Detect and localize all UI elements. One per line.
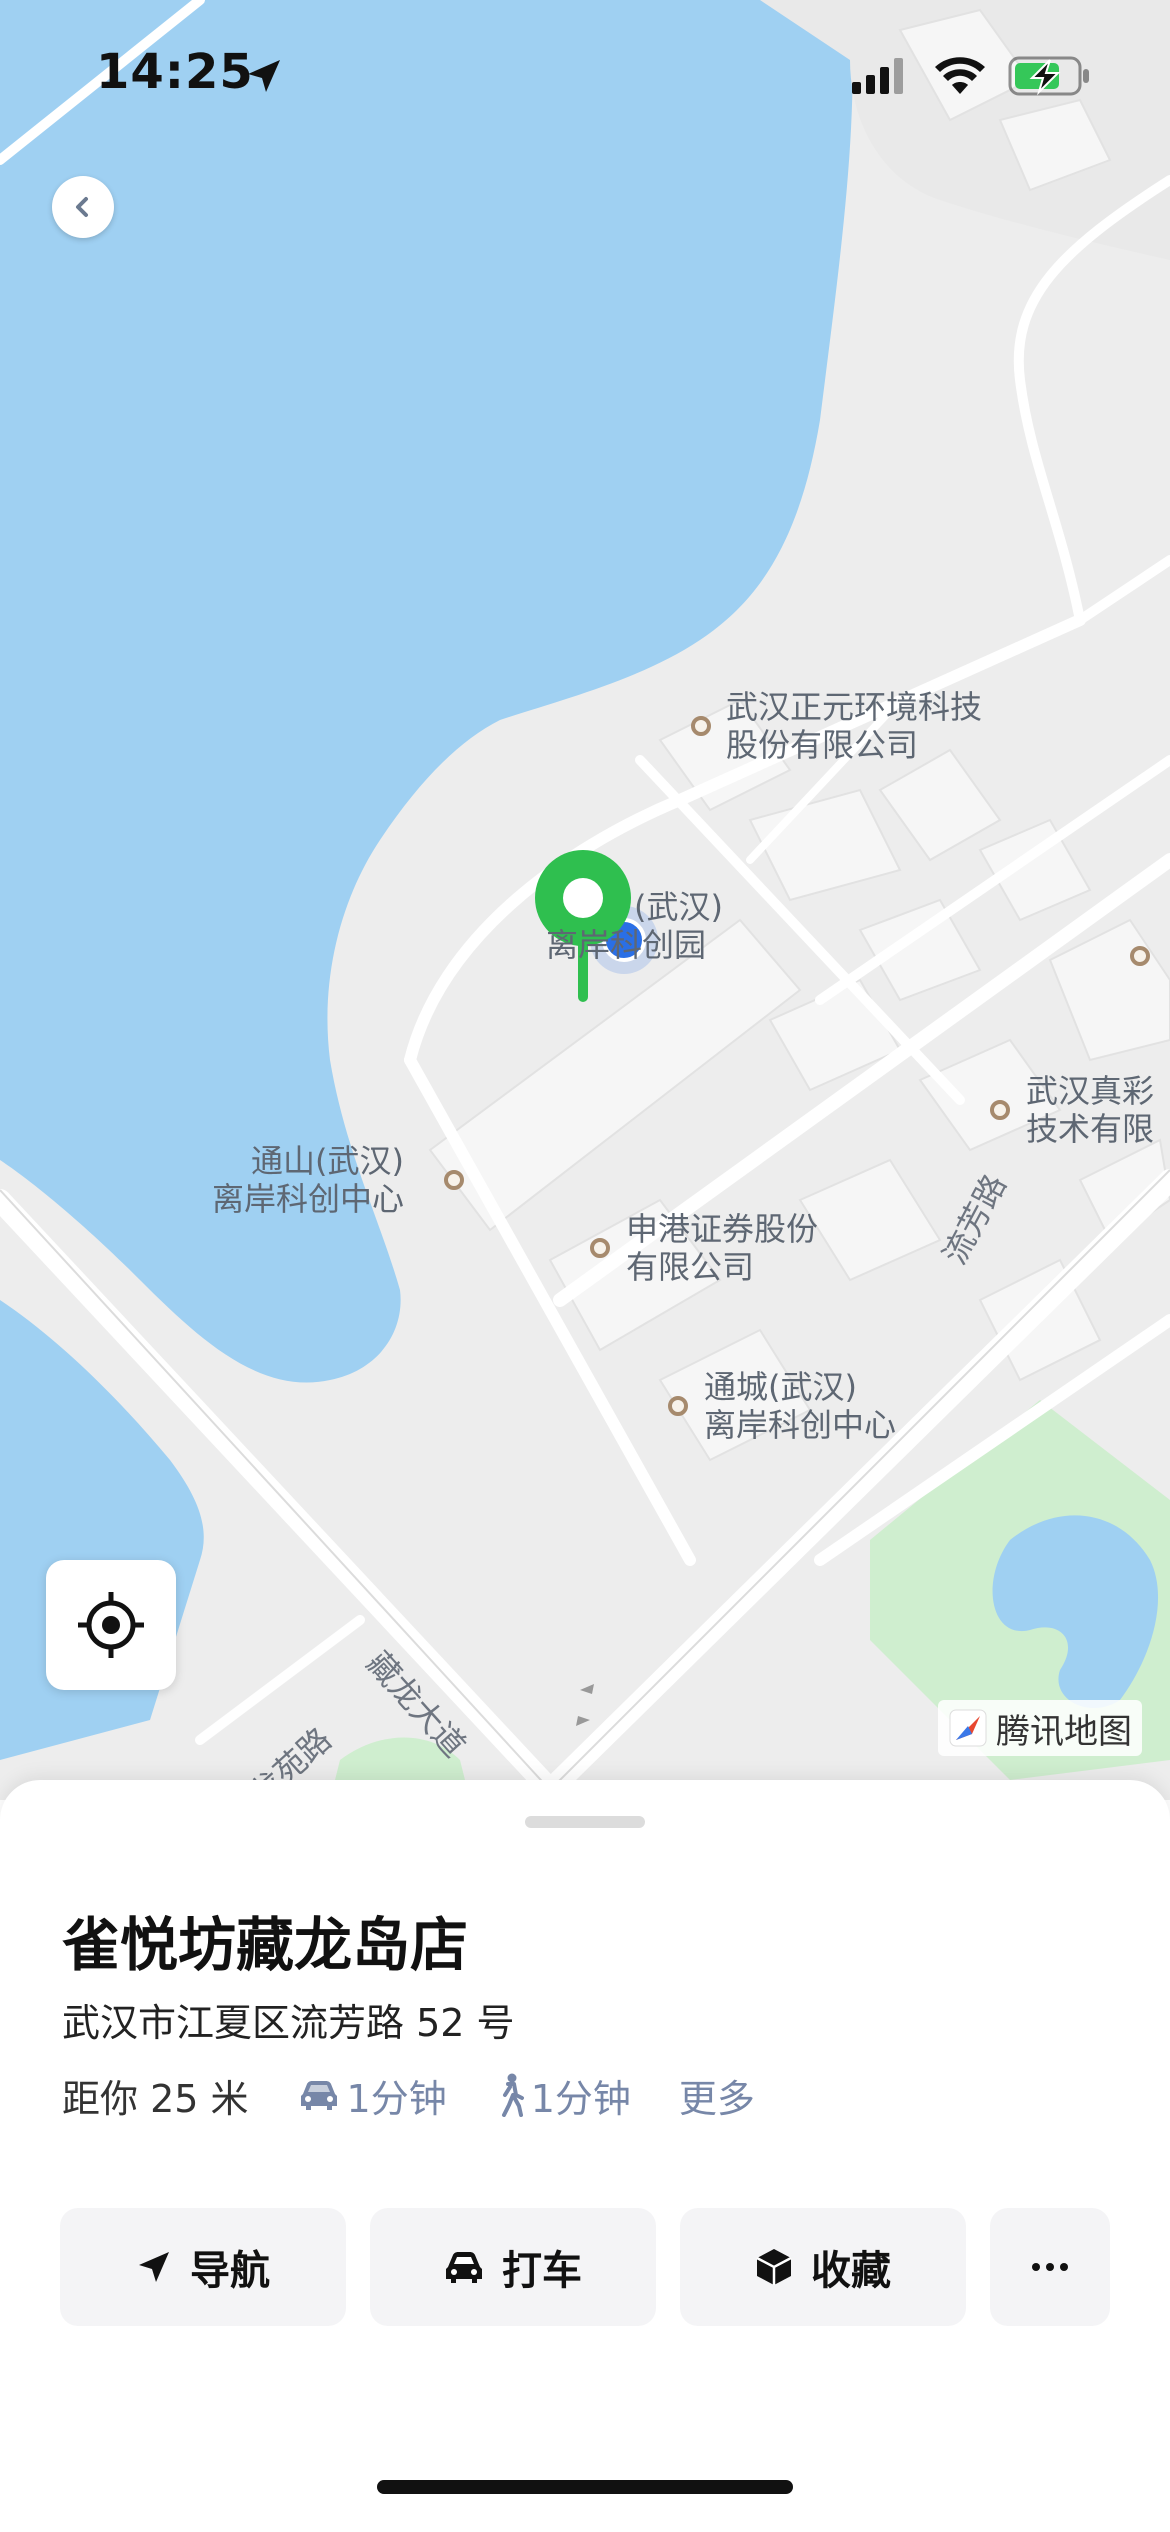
taxi-button[interactable]: 打车 (370, 2208, 656, 2326)
map-provider-name: 腾讯地图 (996, 1711, 1132, 1752)
tencent-map-logo-icon (949, 1709, 987, 1747)
locate-me-button[interactable] (46, 1560, 176, 1690)
favorite-button[interactable]: 收藏 (680, 2208, 966, 2326)
navigate-button[interactable]: 导航 (60, 2208, 346, 2326)
poi-label-shengang[interactable]: 申港证券股份 有限公司 (626, 1210, 818, 1286)
navigate-label: 导航 (190, 2248, 270, 2294)
battery-charging-icon (1008, 56, 1089, 96)
poi-marker[interactable] (1130, 946, 1150, 966)
status-bar: 14:25 (0, 0, 1170, 150)
walking-icon (501, 2073, 524, 2117)
chevron-left-icon (76, 197, 88, 217)
distance-text: 距你 25 米 (62, 2076, 249, 2121)
location-arrow-icon (248, 60, 280, 92)
place-address: 武汉市江夏区流芳路 52 号 (62, 2001, 515, 2045)
taxi-label: 打车 (502, 2248, 582, 2294)
cellular-signal-icon (852, 58, 903, 94)
navigation-arrow-icon (139, 2252, 169, 2282)
poi-label-tongshan[interactable]: 通山(武汉) 离岸科创中心 (212, 1142, 404, 1218)
wifi-icon (935, 57, 985, 94)
poi-marker[interactable] (444, 1170, 464, 1190)
car-icon (300, 2081, 337, 2110)
poi-marker[interactable] (668, 1396, 688, 1416)
more-link[interactable]: 更多 (679, 2068, 755, 2123)
place-title: 雀悦坊藏龙岛店 (62, 1911, 469, 1979)
poi-label-zhengyuan[interactable]: 武汉正元环境科技 股份有限公司 (726, 688, 982, 764)
poi-marker[interactable] (990, 1100, 1010, 1120)
poi-label-tongcheng[interactable]: 通城(武汉) 离岸科创中心 (704, 1368, 896, 1444)
sheet-drag-handle[interactable] (525, 1816, 645, 1828)
place-info-row: 距你 25 米 1分钟 1分钟 更多 (62, 2068, 755, 2123)
more-options-button[interactable] (990, 2208, 1110, 2326)
map-view[interactable]: 武汉正元环境科技 股份有限公司 (武汉) 离岸科创园 通山(武汉) 离岸科创中心 申港… (0, 0, 1170, 1800)
poi-label-kechuangyuan[interactable]: (武汉) 离岸科创园 (546, 888, 723, 964)
drive-time[interactable]: 1分钟 (297, 2068, 447, 2123)
favorite-label: 收藏 (811, 2248, 891, 2294)
ellipsis-icon (1032, 2263, 1068, 2271)
home-indicator[interactable] (377, 2480, 793, 2494)
status-time: 14:25 (96, 44, 254, 100)
favorite-box-icon (756, 2249, 792, 2285)
walk-time-text: 1分钟 (530, 2076, 631, 2121)
taxi-icon (446, 2252, 482, 2283)
crosshair-icon (78, 1592, 144, 1658)
poi-marker[interactable] (590, 1238, 610, 1258)
poi-marker[interactable] (691, 716, 711, 736)
drive-time-text: 1分钟 (346, 2076, 447, 2121)
map-provider-logo: 腾讯地图 (938, 1700, 1142, 1756)
back-button[interactable] (52, 176, 114, 238)
place-detail-sheet: 雀悦坊藏龙岛店 武汉市江夏区流芳路 52 号 距你 25 米 1分钟 1分钟 更… (0, 1780, 1170, 2532)
walk-time[interactable]: 1分钟 (495, 2068, 631, 2123)
poi-label-zhencai[interactable]: 武汉真彩 技术有限 (1026, 1072, 1154, 1148)
